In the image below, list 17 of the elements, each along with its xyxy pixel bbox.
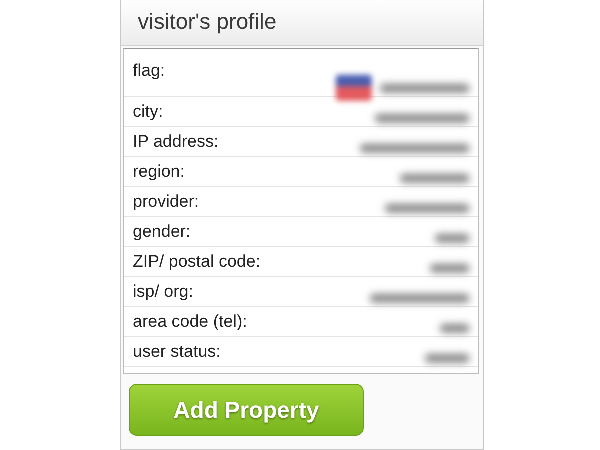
field-label: gender: [133,222,192,242]
blurred-value-drawing [425,354,470,363]
blurred-value-drawing [400,174,470,183]
field-label: region: [133,162,186,182]
field-label: user status: [133,342,222,362]
blurred-value-drawing [435,234,470,243]
panel-title: visitor's profile [121,0,483,46]
field-label: city: [133,102,164,122]
field-label: ZIP/ postal code: [133,252,262,272]
field-label: isp/ org: [133,282,194,302]
blurred-value-drawing [430,264,470,273]
add-property-button[interactable]: Add Property [129,384,364,436]
field-label: area code (tel): [133,312,248,332]
field-label: flag: [133,61,166,81]
field-label: IP address: [133,132,220,152]
field-label: provider: [133,192,200,212]
blurred-value-drawing [440,324,470,333]
